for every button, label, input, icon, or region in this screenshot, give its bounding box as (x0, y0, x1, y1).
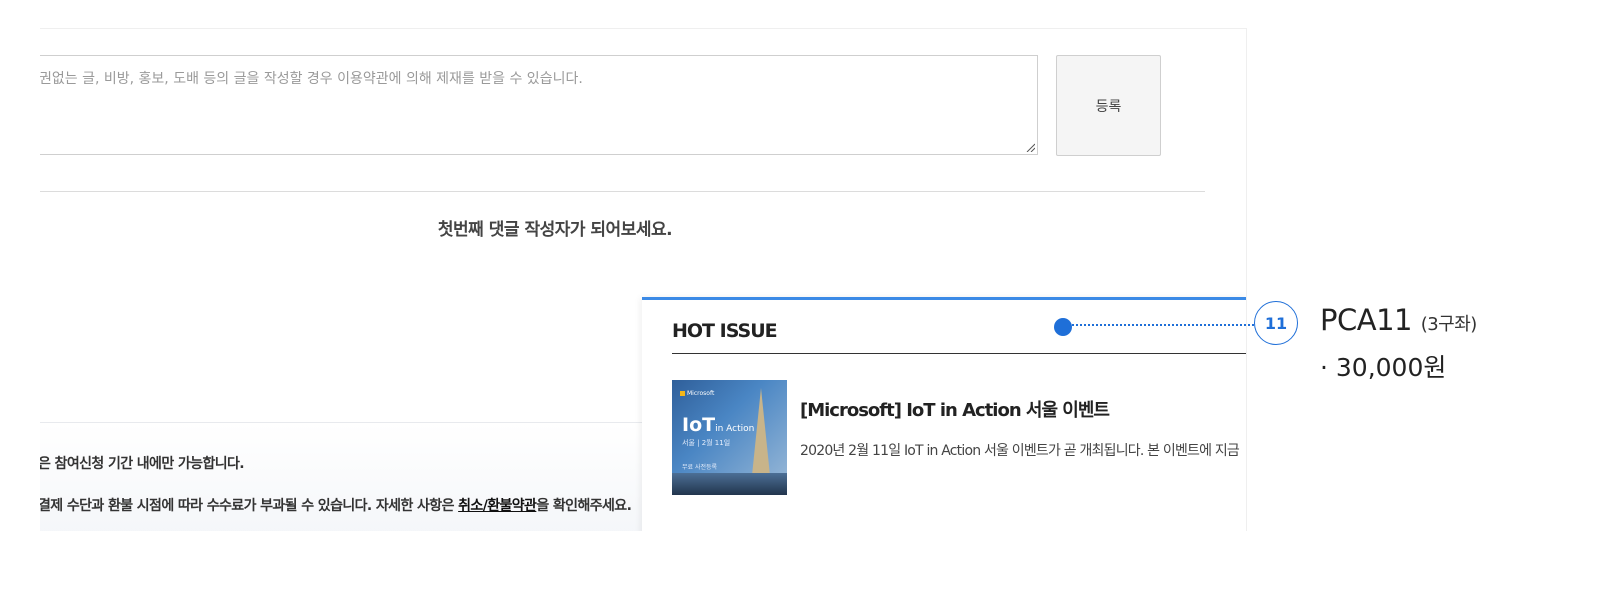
hot-issue-underline (672, 353, 1246, 354)
notice-line-2-end: 을 확인해주세요. (536, 498, 632, 514)
comment-box (40, 55, 1038, 155)
notice-line-2-text: 결제 수단과 환불 시점에 따라 수수료가 부과될 수 있습니다. 자세한 사항… (40, 498, 459, 514)
content-panel: 등록 첫번째 댓글 작성자가 되어보세요. 은 참여신청 기간 내에만 가능합니… (40, 28, 1247, 531)
notice-line-1: 은 참여신청 기간 내에만 가능합니다. (40, 456, 245, 472)
annotation-connector (1072, 324, 1254, 326)
hot-issue-headline[interactable]: [Microsoft] IoT in Action 서울 이벤트 (800, 396, 1110, 422)
comment-input[interactable] (40, 56, 1037, 154)
thumbnail-date: 서울 | 2월 11일 (682, 439, 731, 447)
divider (40, 191, 1205, 192)
notice-area: 은 참여신청 기간 내에만 가능합니다. 결제 수단과 환불 시점에 따라 수수… (40, 422, 680, 531)
empty-comments-message: 첫번째 댓글 작성자가 되어보세요. (437, 220, 673, 240)
annotation-badge: 11 (1254, 301, 1298, 345)
annotation-dot-icon (1054, 318, 1072, 336)
plan-sub: (3구좌) (1420, 314, 1478, 335)
notice-line-2: 결제 수단과 환불 시점에 따라 수수료가 부과될 수 있습니다. 자세한 사항… (40, 495, 632, 515)
resize-handle-icon[interactable] (1025, 142, 1035, 152)
thumbnail-small-text: 무료 사전등록 (682, 464, 718, 471)
submit-comment-button[interactable]: 등록 (1056, 55, 1161, 156)
hot-issue-card: HOT ISSUE Microsoft IoTin Action 서울 | 2월… (642, 297, 1246, 531)
plan-price: · 30,000원 (1320, 353, 1447, 382)
plan-name: PCA11 (3구좌) (1320, 303, 1477, 337)
thumbnail-title: IoTin Action (682, 414, 755, 436)
event-thumbnail[interactable]: Microsoft IoTin Action 서울 | 2월 11일 무료 사전… (672, 380, 787, 495)
refund-policy-link[interactable]: 취소/환불약관 (458, 498, 537, 514)
thumbnail-water (672, 473, 787, 495)
hot-issue-title: HOT ISSUE (672, 320, 778, 342)
microsoft-logo: Microsoft (680, 390, 714, 397)
hot-issue-description: 2020년 2월 11일 IoT in Action 서울 이벤트가 곧 개최됩… (800, 443, 1240, 459)
